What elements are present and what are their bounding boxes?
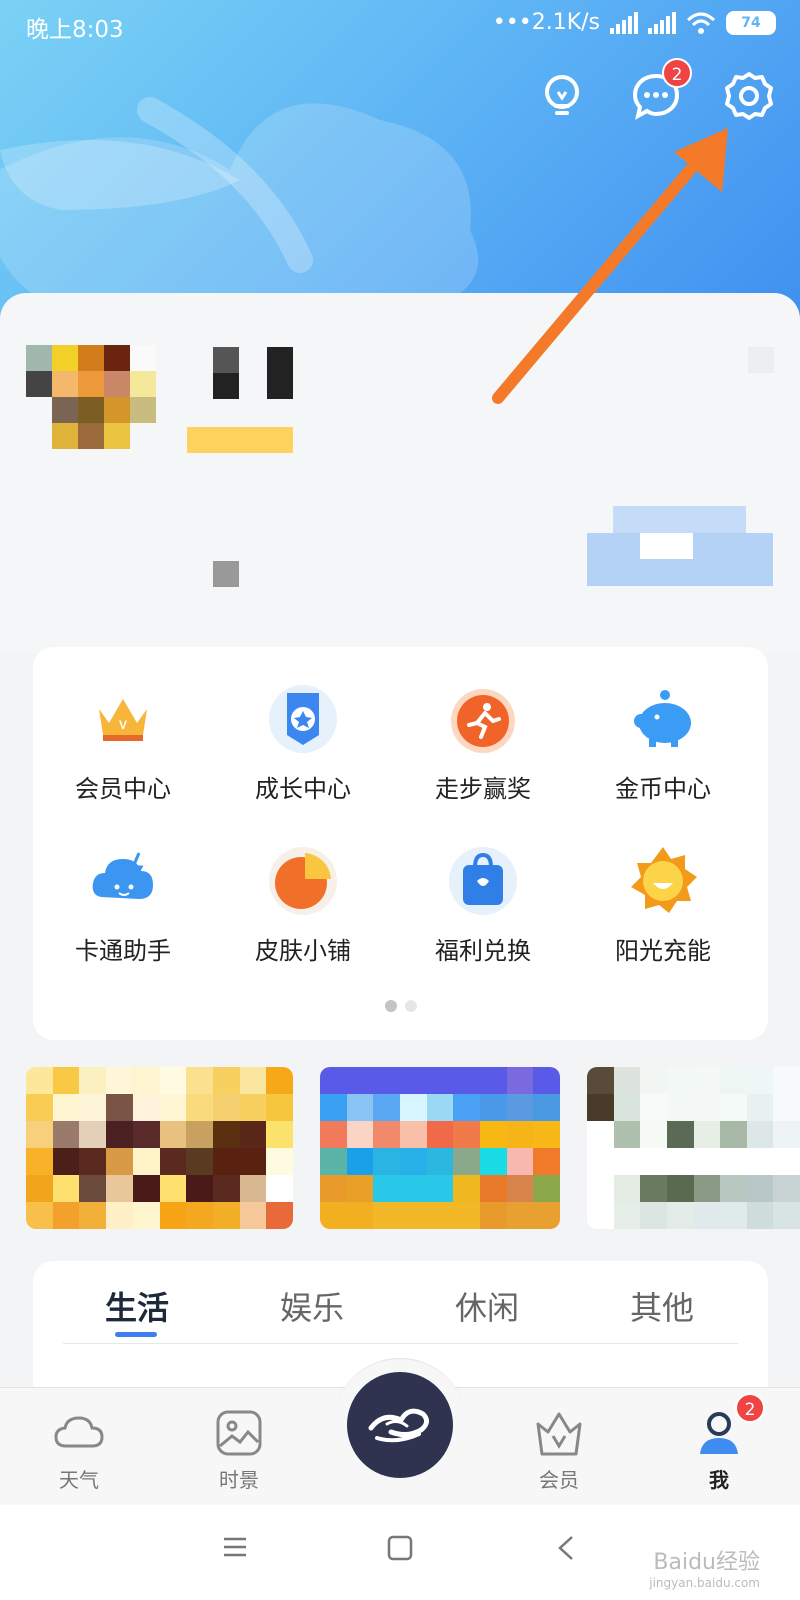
- menu-icon[interactable]: [222, 1535, 248, 1559]
- active-tab-indicator: [115, 1332, 157, 1337]
- signal-icon: [610, 11, 638, 34]
- watermark: Baidu经验 jingyan.baidu.com: [649, 1544, 760, 1590]
- username-blur: [267, 347, 293, 399]
- menu-item-walk-win[interactable]: 走步赢奖: [393, 683, 573, 804]
- running-icon: [451, 689, 515, 753]
- nav-scenery[interactable]: 时景: [189, 1406, 289, 1493]
- center-home-button[interactable]: [347, 1372, 453, 1478]
- status-bar: 晚上8:03 •••2.1K/s 74: [0, 0, 800, 50]
- battery-indicator: 74: [726, 10, 776, 35]
- header: 晚上8:03 •••2.1K/s 74 2: [0, 0, 800, 330]
- menu-item-vip-center[interactable]: V 会员中心: [33, 683, 213, 804]
- signal-icon: [648, 11, 676, 34]
- page-indicator: [33, 997, 768, 1016]
- svg-text:V: V: [119, 718, 127, 732]
- cartoon-cloud-icon: [92, 852, 153, 899]
- banner-2[interactable]: [320, 1067, 560, 1229]
- vip-card-text-blur: [640, 533, 693, 559]
- shopping-bag-icon: [449, 847, 517, 915]
- tab-other[interactable]: 其他: [630, 1283, 694, 1329]
- tab-divider: [63, 1343, 738, 1344]
- menu-item-sunshine-charge[interactable]: 阳光充能: [573, 845, 753, 966]
- app-logo-icon: [368, 1408, 429, 1443]
- watermark-sub: jingyan.baidu.com: [649, 1576, 760, 1590]
- lightbulb-icon[interactable]: [536, 70, 588, 122]
- banner-1[interactable]: [26, 1067, 293, 1229]
- profile-arrow-blur[interactable]: [748, 347, 774, 373]
- menu-item-cartoon-assistant[interactable]: 卡通助手: [33, 845, 213, 966]
- level-badge-blur: [187, 427, 293, 453]
- network-speed: •••2.1K/s: [492, 10, 600, 35]
- piggy-bank-icon: [634, 690, 691, 747]
- nav-vip[interactable]: 会员: [509, 1406, 609, 1493]
- wifi-icon: [686, 12, 716, 34]
- menu-item-coin-center[interactable]: 金币中心: [573, 683, 753, 804]
- info-blur: [213, 561, 239, 587]
- crown-icon: V: [99, 699, 147, 741]
- menu-item-welfare-exchange[interactable]: 福利兑换: [393, 845, 573, 966]
- cloud-icon: [54, 1416, 104, 1448]
- tab-entertainment[interactable]: 娱乐: [280, 1283, 344, 1329]
- sun-icon: [631, 847, 697, 913]
- me-badge: 2: [735, 1393, 765, 1423]
- menu-item-growth-center[interactable]: 成长中心: [213, 683, 393, 804]
- vip-crown-icon: [536, 1412, 582, 1456]
- status-time: 晚上8:03: [26, 17, 124, 43]
- feature-menu: V 会员中心 成长中心 走步赢奖 金币中心 卡通助手 皮肤小铺 福利兑换 阳光充…: [33, 647, 768, 1040]
- tab-leisure[interactable]: 休闲: [455, 1283, 519, 1329]
- system-nav-bar: Baidu经验 jingyan.baidu.com: [0, 1505, 800, 1600]
- watermark-text: Baidu经验: [653, 1550, 760, 1575]
- home-icon[interactable]: [387, 1535, 413, 1561]
- tab-life[interactable]: 生活: [105, 1283, 169, 1329]
- username-blur: [213, 347, 239, 373]
- nav-weather[interactable]: 天气: [29, 1406, 129, 1493]
- status-right: •••2.1K/s 74: [493, 10, 776, 35]
- profile-card: [0, 293, 800, 653]
- back-icon[interactable]: [556, 1535, 576, 1561]
- avatar[interactable]: [26, 345, 156, 449]
- page-dot: [404, 1000, 417, 1012]
- message-badge: 2: [662, 58, 692, 88]
- menu-item-skin-shop[interactable]: 皮肤小铺: [213, 845, 393, 966]
- page-dot-active: [384, 1000, 397, 1012]
- settings-icon[interactable]: [723, 70, 775, 122]
- medal-icon: [269, 685, 337, 753]
- pie-chart-icon: [269, 847, 337, 915]
- banner-3[interactable]: [587, 1067, 800, 1229]
- image-icon: [216, 1410, 262, 1456]
- username-blur: [213, 373, 239, 399]
